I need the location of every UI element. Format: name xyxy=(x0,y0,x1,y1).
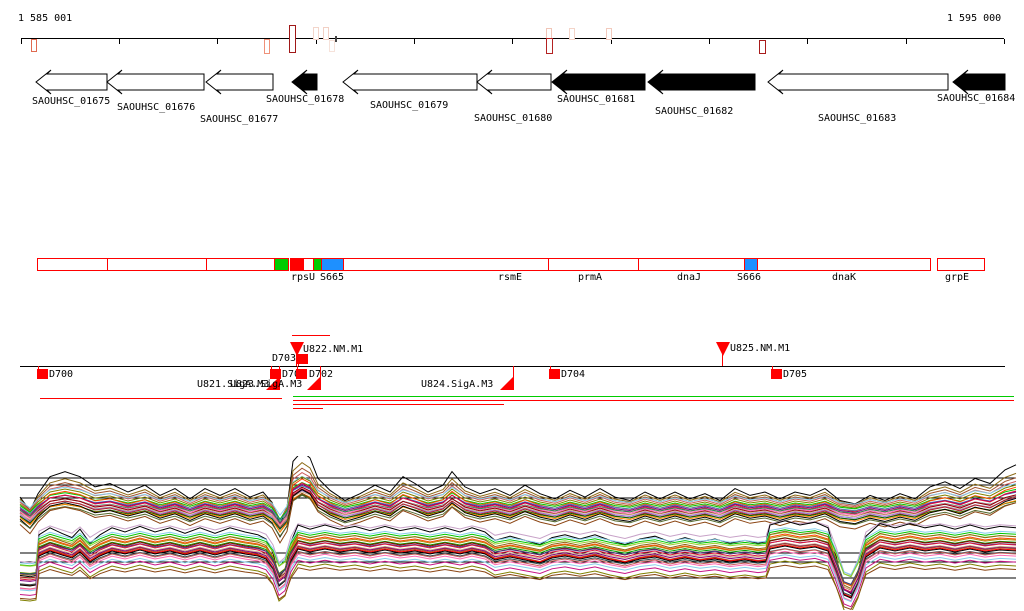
gene-box[interactable] xyxy=(937,258,985,271)
variant-marker[interactable] xyxy=(546,38,553,54)
gene-arrow-label: SAOUHSC_01677 xyxy=(200,114,279,125)
gene-box[interactable] xyxy=(206,258,276,271)
variant-marker[interactable] xyxy=(264,39,270,54)
sigma-flag-triangle[interactable] xyxy=(500,377,513,390)
tss-pennant-label: U822.NM.M1 xyxy=(303,344,364,355)
coverage-line xyxy=(293,408,323,409)
down-flag-label: D705 xyxy=(783,369,808,380)
gene-box-label: prmA xyxy=(578,272,603,283)
gene-box-label: dnaJ xyxy=(677,272,702,283)
gene-arrow-label: SAOUHSC_01683 xyxy=(818,113,897,124)
coverage-line xyxy=(293,404,504,405)
gene-box[interactable] xyxy=(757,258,931,271)
ruler-tick xyxy=(709,39,710,44)
variant-marker[interactable] xyxy=(569,28,575,40)
sigma-flag-label: U823.SigA.M3 xyxy=(230,379,303,390)
up-flag-box[interactable] xyxy=(297,354,308,364)
sigma-flag-pole xyxy=(513,366,514,390)
down-flag-label: D700 xyxy=(49,369,74,380)
gene-arrow-label: SAOUHSC_01678 xyxy=(266,94,345,105)
ruler-tick xyxy=(119,39,120,44)
genome-browser: 1 585 001 1 595 000 SAOUHSC_01675 SAOUHSC… xyxy=(0,0,1024,611)
gene-arrow-label: SAOUHSC_01680 xyxy=(474,113,553,124)
ruler-tick xyxy=(1004,39,1005,44)
coverage-line xyxy=(40,398,282,399)
gene-box-label: grpE xyxy=(945,272,970,283)
variant-marker[interactable] xyxy=(313,27,319,40)
gene-arrow[interactable] xyxy=(35,69,108,95)
gene-arrow[interactable] xyxy=(106,69,205,95)
gene-arrow[interactable] xyxy=(647,69,756,95)
tss-pennant-triangle[interactable] xyxy=(716,342,730,356)
coverage-line xyxy=(293,400,1014,401)
gene-arrow-label: SAOUHSC_01679 xyxy=(370,100,449,111)
up-flag-label: D703 xyxy=(272,353,297,364)
down-flag-box[interactable] xyxy=(771,369,782,379)
gene-arrow-label: SAOUHSC_01684 xyxy=(937,93,1016,104)
gene-box[interactable] xyxy=(274,258,289,271)
tss-pennant-label: U825.NM.M1 xyxy=(730,343,791,354)
gene-box[interactable] xyxy=(37,258,109,271)
gene-box-label: dnaK xyxy=(832,272,857,283)
browser-canvas xyxy=(19,69,1017,610)
variant-marker[interactable] xyxy=(335,36,337,42)
gene-box[interactable] xyxy=(107,258,207,271)
gene-box[interactable] xyxy=(343,258,549,271)
variant-marker[interactable] xyxy=(606,28,612,40)
ruler-tick xyxy=(414,39,415,44)
gene-box[interactable] xyxy=(638,258,745,271)
variant-marker[interactable] xyxy=(31,39,37,52)
ruler-end-label: 1 595 000 xyxy=(947,13,1002,24)
gene-arrow[interactable] xyxy=(952,69,1006,95)
gene-box-label: S665 xyxy=(320,272,345,283)
down-flag-box[interactable] xyxy=(549,369,560,379)
ruler-tick xyxy=(512,39,513,44)
expression-trace xyxy=(19,560,1017,610)
gene-arrow[interactable] xyxy=(476,69,552,95)
up-flag-pole xyxy=(298,364,299,366)
down-flag-label: D704 xyxy=(561,369,586,380)
gene-box[interactable] xyxy=(321,258,345,271)
coverage-line xyxy=(293,396,1014,397)
gene-box-label: rpsU xyxy=(291,272,316,283)
gene-arrow-label: SAOUHSC_01675 xyxy=(32,96,111,107)
gene-arrow[interactable] xyxy=(291,69,318,95)
gene-box-label: rsmE xyxy=(498,272,523,283)
expression-chart xyxy=(19,456,1017,610)
gene-arrow-label: SAOUHSC_01682 xyxy=(655,106,734,117)
gene-arrow[interactable] xyxy=(342,69,478,95)
ruler-tick xyxy=(807,39,808,44)
feature-red-overline xyxy=(292,335,330,336)
down-flag-box[interactable] xyxy=(296,369,307,379)
sigma-flag-label: U824.SigA.M3 xyxy=(421,379,494,390)
gene-box[interactable] xyxy=(548,258,639,271)
gene-box[interactable] xyxy=(744,258,758,271)
ruler-tick xyxy=(21,39,22,44)
variant-marker[interactable] xyxy=(759,40,766,54)
variant-marker[interactable] xyxy=(289,25,296,53)
gene-arrow[interactable] xyxy=(767,69,949,95)
gene-box-label: S666 xyxy=(737,272,762,283)
ruler-tick xyxy=(217,39,218,44)
down-flag-box[interactable] xyxy=(270,369,281,379)
gene-arrow-label: SAOUHSC_01676 xyxy=(117,102,196,113)
gene-arrow[interactable] xyxy=(205,69,274,95)
gene-arrow[interactable] xyxy=(551,69,646,95)
variant-marker[interactable] xyxy=(323,27,329,40)
gene-arrow-label: SAOUHSC_01681 xyxy=(557,94,636,105)
tss-pennant-pole xyxy=(722,342,723,366)
gene-arrow-layer xyxy=(35,69,1006,95)
ruler-tick xyxy=(906,39,907,44)
down-flag-label: D702 xyxy=(309,369,334,380)
ruler-start-label: 1 585 001 xyxy=(18,13,73,24)
down-flag-box[interactable] xyxy=(37,369,48,379)
